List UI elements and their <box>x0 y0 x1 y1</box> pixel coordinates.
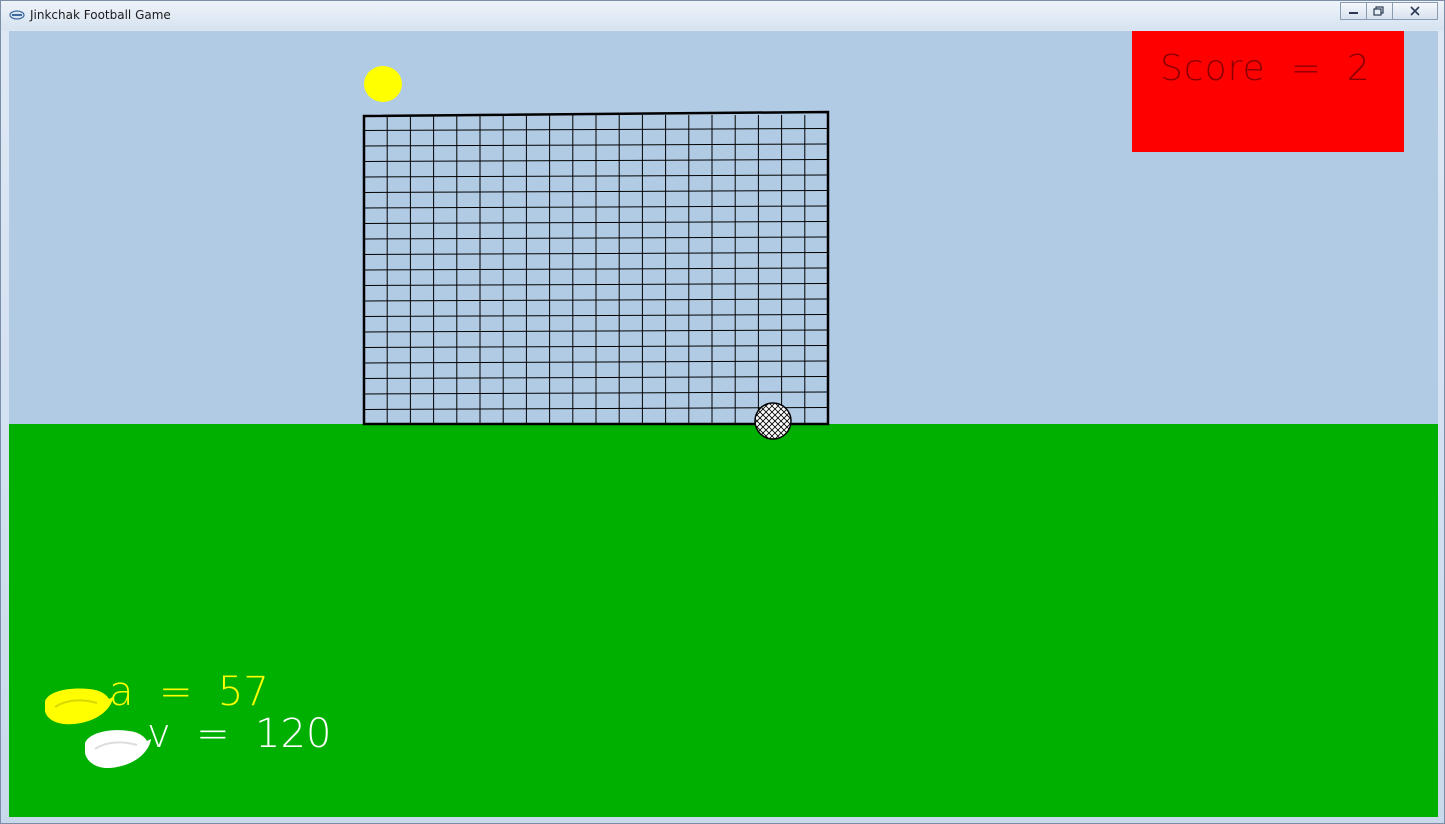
minimize-button[interactable] <box>1340 2 1367 20</box>
game-canvas[interactable]: Score = 2 a = 57 v = 120 <box>9 31 1438 817</box>
window-controls <box>1340 2 1438 20</box>
angle-readout: a = 57 <box>109 669 269 715</box>
game-window: Jinkchak Football Game Score = 2 a = 57 … <box>0 0 1445 824</box>
score-label: Score = 2 <box>1160 48 1371 89</box>
title-bar[interactable]: Jinkchak Football Game <box>1 1 1444 30</box>
shoe-icon-white <box>85 730 151 769</box>
goal-net <box>362 110 830 426</box>
maximize-button[interactable] <box>1366 2 1393 20</box>
close-button[interactable] <box>1392 2 1438 20</box>
minimize-icon <box>1349 12 1358 14</box>
app-icon <box>9 10 25 20</box>
velocity-readout: v = 120 <box>147 711 332 757</box>
close-icon <box>1410 6 1420 16</box>
target-ball <box>364 66 402 102</box>
football[interactable] <box>708 396 836 446</box>
maximize-icon <box>1373 6 1384 16</box>
window-title: Jinkchak Football Game <box>30 8 171 22</box>
score-panel: Score = 2 <box>1132 31 1404 152</box>
shoe-icon-yellow <box>45 688 113 725</box>
